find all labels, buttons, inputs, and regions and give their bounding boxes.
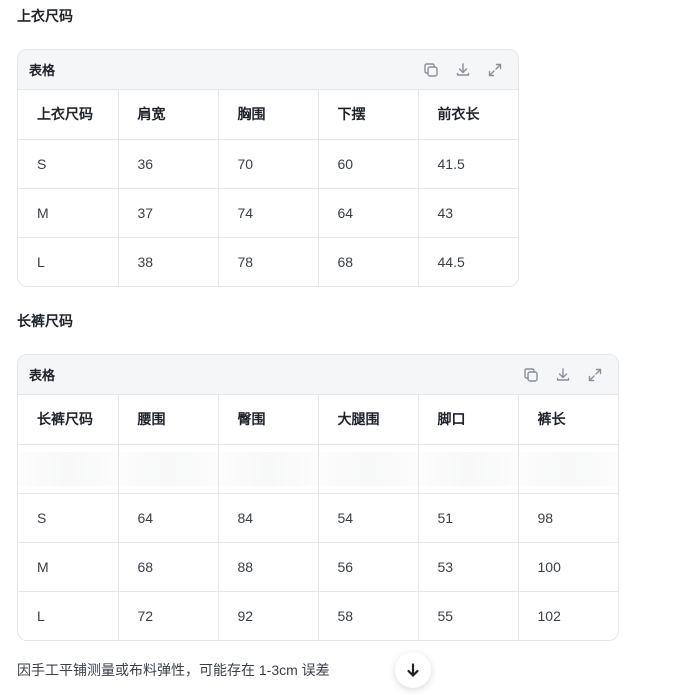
column-header: 长裤尺码 — [18, 395, 119, 445]
table-cell: 43 — [418, 188, 518, 238]
expand-icon[interactable] — [586, 366, 604, 384]
table-cell: 92 — [218, 591, 319, 640]
table-cell: 98 — [518, 493, 618, 543]
table-cell: 84 — [218, 493, 319, 543]
table-header-row: 上衣尺码 肩宽 胸围 下摆 前衣长 — [18, 90, 518, 140]
table-cell: 51 — [418, 493, 519, 543]
column-header: 裤长 — [518, 395, 618, 445]
table-cell: M — [18, 542, 119, 592]
placeholder-cell — [118, 444, 219, 494]
top-size-heading: 上衣尺码 — [17, 8, 73, 24]
table-cell: 74 — [218, 188, 319, 238]
column-header: 胸围 — [218, 90, 319, 140]
column-header: 上衣尺码 — [18, 90, 119, 140]
table-cell: 37 — [118, 188, 219, 238]
table-row: M 68 88 56 53 100 — [18, 542, 618, 592]
column-header: 臀围 — [218, 395, 319, 445]
table-row: S 36 70 60 41.5 — [18, 139, 518, 189]
copy-icon[interactable] — [422, 61, 440, 79]
table-cell: 55 — [418, 591, 519, 640]
table-cell: 53 — [418, 542, 519, 592]
table-cell: 68 — [118, 542, 219, 592]
column-header: 下摆 — [318, 90, 419, 140]
table-card-header: 表格 — [18, 355, 618, 395]
arrow-down-icon — [407, 663, 419, 677]
table-cell: 36 — [118, 139, 219, 189]
table-cell: 60 — [318, 139, 419, 189]
placeholder-cell — [218, 444, 319, 494]
table-cell: 70 — [218, 139, 319, 189]
table-cell: 72 — [118, 591, 219, 640]
table-card-header: 表格 — [18, 50, 518, 90]
table-row: L 38 78 68 44.5 — [18, 237, 518, 286]
table-cell: 54 — [318, 493, 419, 543]
column-header: 脚口 — [418, 395, 519, 445]
table-toolbar — [522, 366, 604, 384]
table-header-row: 长裤尺码 腰围 臀围 大腿围 脚口 裤长 — [18, 395, 618, 445]
download-icon[interactable] — [554, 366, 572, 384]
measurement-note: 因手工平铺测量或布料弹性，可能存在 1-3cm 误差 — [17, 662, 330, 678]
table-cell: S — [18, 139, 119, 189]
placeholder-cell — [18, 444, 119, 494]
table-cell: S — [18, 493, 119, 543]
table-cell: 102 — [537, 607, 561, 624]
column-header: 肩宽 — [118, 90, 219, 140]
pants-size-table-card: 表格 长裤尺码 腰围 臀围 大腿围 脚口 裤长 S 64 84 54 51 98… — [17, 354, 619, 641]
table-row: S 64 84 54 51 98 — [18, 493, 618, 543]
scroll-down-button[interactable] — [395, 652, 431, 688]
table-cell: 58 — [318, 591, 419, 640]
pants-size-heading: 长裤尺码 — [17, 313, 73, 329]
table-row-placeholder — [18, 444, 618, 494]
table-card-title: 表格 — [29, 368, 56, 383]
placeholder-cell — [418, 444, 519, 494]
expand-icon[interactable] — [486, 61, 504, 79]
table-cell: M — [18, 188, 119, 238]
download-icon[interactable] — [454, 61, 472, 79]
copy-icon[interactable] — [522, 366, 540, 384]
column-header: 前衣长 — [418, 90, 518, 140]
placeholder-cell — [318, 444, 419, 494]
table-cell: L — [18, 591, 119, 640]
table-cell: 88 — [218, 542, 319, 592]
table-card-title: 表格 — [29, 63, 56, 78]
table-cell: 38 — [118, 237, 219, 286]
table-cell: 64 — [318, 188, 419, 238]
table-cell: 68 — [318, 237, 419, 286]
column-header: 腰围 — [118, 395, 219, 445]
table-cell: L — [18, 237, 119, 286]
table-cell: 78 — [218, 237, 319, 286]
table-row: M 37 74 64 43 — [18, 188, 518, 238]
table-cell: 44.5 — [437, 253, 465, 270]
table-cell: 56 — [318, 542, 419, 592]
column-header: 大腿围 — [318, 395, 419, 445]
pants-size-table: 长裤尺码 腰围 臀围 大腿围 脚口 裤长 S 64 84 54 51 98 M … — [18, 395, 618, 640]
table-cell: 64 — [118, 493, 219, 543]
top-size-table: 上衣尺码 肩宽 胸围 下摆 前衣长 S 36 70 60 41.5 M 37 7… — [18, 90, 518, 286]
top-size-table-card: 表格 上衣尺码 肩宽 胸围 下摆 前衣长 S 36 70 60 41.5 M 3… — [17, 49, 519, 287]
table-row: L 72 92 58 55 102 — [18, 591, 618, 640]
table-cell: 41.5 — [418, 139, 518, 189]
table-toolbar — [422, 61, 504, 79]
placeholder-cell — [518, 444, 618, 494]
table-cell: 100 — [518, 542, 618, 592]
